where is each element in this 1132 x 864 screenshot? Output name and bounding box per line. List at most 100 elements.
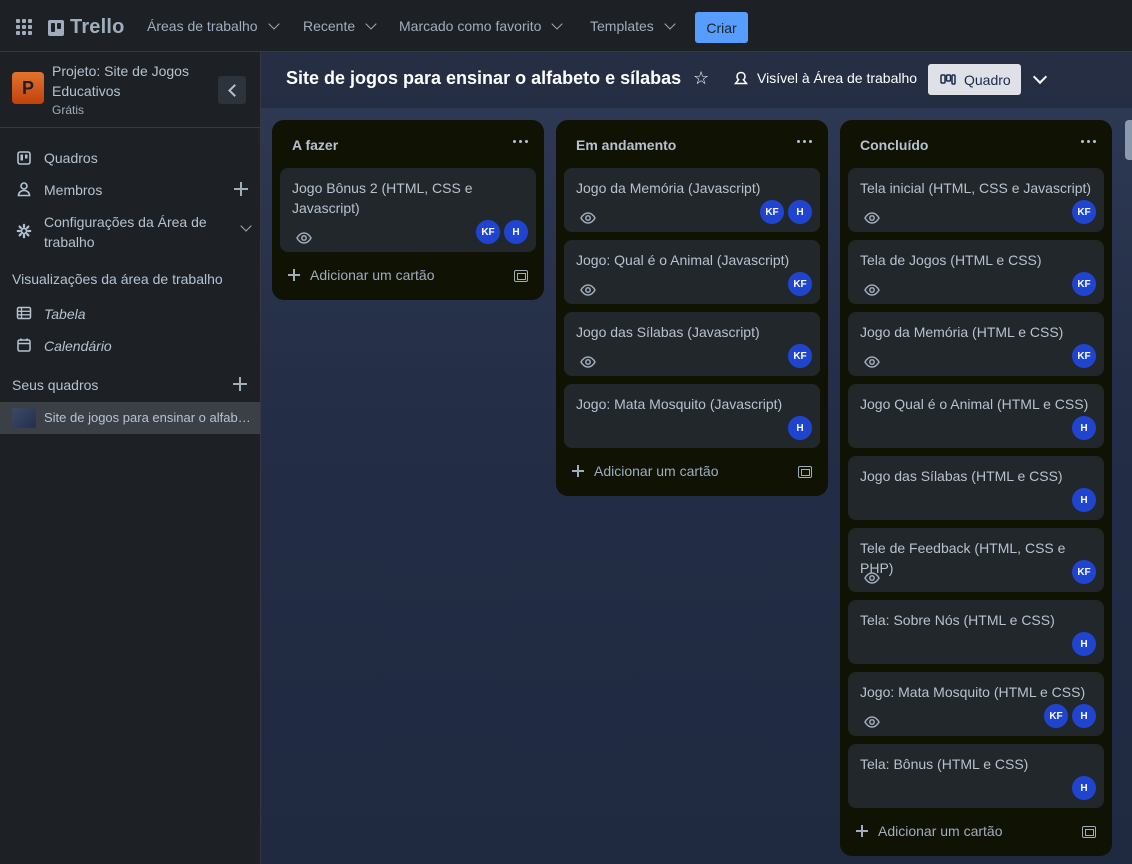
sidebar-item-table[interactable]: Tabela [0, 302, 260, 326]
card[interactable]: Tela: Bônus (HTML e CSS) H [848, 744, 1104, 808]
member-avatar[interactable]: KF [1072, 344, 1096, 368]
chevron-down-icon[interactable] [240, 220, 252, 232]
horizontal-scrollbar[interactable] [1125, 120, 1132, 160]
card[interactable]: Jogo Bônus 2 (HTML, CSS e Javascript) KF H [280, 168, 536, 252]
card[interactable]: Jogo: Mata Mosquito (Javascript) H [564, 384, 820, 448]
member-avatar[interactable]: H [1072, 776, 1096, 800]
card[interactable]: Jogo da Memória (HTML e CSS) KF [848, 312, 1104, 376]
card-members: H [1072, 632, 1096, 656]
board-title[interactable]: Site de jogos para ensinar o alfabeto e … [286, 68, 681, 89]
card[interactable]: Jogo: Qual é o Animal (Javascript) KF [564, 240, 820, 304]
watching-eye-icon [864, 211, 880, 224]
app-switcher-icon[interactable] [16, 19, 32, 35]
create-from-template-icon[interactable] [514, 270, 528, 282]
watching-eye-icon [580, 355, 596, 368]
add-card-label: Adicionar um cartão [594, 463, 719, 479]
member-avatar[interactable]: KF [788, 344, 812, 368]
add-card-label: Adicionar um cartão [310, 267, 435, 283]
collapse-sidebar-button[interactable] [218, 76, 246, 104]
member-avatar[interactable]: KF [788, 272, 812, 296]
your-boards-heading: Seus quadros [12, 377, 99, 393]
sidebar: P Projeto: Site de Jogos Educativos Grát… [0, 52, 261, 864]
member-avatar[interactable]: H [1072, 488, 1096, 512]
sidebar-item-calendar[interactable]: Calendário [0, 334, 260, 358]
list-menu-icon[interactable] [510, 134, 530, 148]
member-avatar[interactable]: H [788, 200, 812, 224]
sidebar-item-boards[interactable]: Quadros [0, 146, 260, 170]
card[interactable]: Jogo das Sílabas (HTML e CSS) H [848, 456, 1104, 520]
member-avatar[interactable]: H [788, 416, 812, 440]
card[interactable]: Tela de Jogos (HTML e CSS) KF [848, 240, 1104, 304]
member-avatar[interactable]: H [1072, 632, 1096, 656]
add-card-button[interactable]: Adicionar um cartão [856, 823, 1003, 839]
plus-icon [572, 465, 584, 477]
card[interactable]: Tele de Feedback (HTML, CSS e PHP) KF [848, 528, 1104, 592]
card[interactable]: Jogo das Sílabas (Javascript) KF [564, 312, 820, 376]
card[interactable]: Jogo da Memória (Javascript) KF H [564, 168, 820, 232]
member-avatar[interactable]: KF [1044, 704, 1068, 728]
watching-eye-icon [580, 283, 596, 296]
workspace-header: P Projeto: Site de Jogos Educativos Grát… [0, 52, 260, 128]
chevron-down-icon [664, 18, 676, 30]
add-member-icon[interactable] [234, 182, 248, 196]
board-view-button[interactable]: Quadro [928, 64, 1021, 95]
member-avatar[interactable]: H [1072, 416, 1096, 440]
workspace-visible-icon [733, 71, 749, 85]
list-menu-icon[interactable] [1078, 134, 1098, 148]
sidebar-item-label: Configurações da Área de trabalho [44, 214, 207, 250]
chevron-down-icon [365, 18, 377, 30]
board-icon [17, 151, 31, 165]
card-members: KF [1072, 560, 1096, 584]
visibility-button[interactable]: Visível à Área de trabalho [733, 70, 917, 86]
trello-logo-icon [48, 19, 64, 36]
workspace-plan: Grátis [52, 103, 85, 117]
menu-workspaces[interactable]: Áreas de trabalho [147, 0, 280, 52]
card-members: KF [788, 272, 812, 296]
member-avatar[interactable]: H [504, 220, 528, 244]
trello-logo[interactable]: Trello [48, 16, 125, 39]
create-from-template-icon[interactable] [1082, 826, 1096, 838]
workspace-avatar[interactable]: P [12, 72, 44, 104]
list-column: A fazer Jogo Bônus 2 (HTML, CSS e Javascr… [272, 120, 544, 300]
card[interactable]: Jogo: Mata Mosquito (HTML e CSS) KF H [848, 672, 1104, 736]
menu-templates[interactable]: Templates [590, 0, 676, 52]
card-title: Tele de Feedback (HTML, CSS e PHP) [860, 540, 1066, 576]
list-title[interactable]: Em andamento [576, 137, 676, 153]
member-avatar[interactable]: KF [1072, 200, 1096, 224]
chevron-down-icon [551, 18, 564, 30]
watching-eye-icon [296, 231, 312, 244]
member-avatar[interactable]: H [1072, 704, 1096, 728]
card-members: KF [788, 344, 812, 368]
list-title[interactable]: A fazer [292, 137, 338, 153]
menu-starred[interactable]: Marcado como favorito [399, 0, 564, 52]
workspace-views-heading: Visualizações da área de trabalho [12, 271, 223, 287]
card-title: Jogo: Qual é o Animal (Javascript) [576, 252, 790, 268]
menu-recent[interactable]: Recente [303, 0, 377, 52]
member-avatar[interactable]: KF [1072, 560, 1096, 584]
add-card-button[interactable]: Adicionar um cartão [288, 267, 435, 283]
member-avatar[interactable]: KF [1072, 272, 1096, 296]
create-from-template-icon[interactable] [798, 466, 812, 478]
card[interactable]: Jogo Qual é o Animal (HTML e CSS) H [848, 384, 1104, 448]
member-avatar[interactable]: KF [760, 200, 784, 224]
board-view-icon [940, 73, 956, 85]
card[interactable]: Tela inicial (HTML, CSS e Javascript) KF [848, 168, 1104, 232]
workspace-name[interactable]: Projeto: Site de Jogos Educativos [52, 61, 212, 101]
chevron-down-icon[interactable] [1032, 69, 1048, 85]
sidebar-item-settings[interactable]: Configurações da Área de trabalho [0, 210, 260, 254]
star-icon[interactable]: ☆ [693, 68, 709, 89]
chevron-down-icon [267, 18, 280, 30]
add-card-button[interactable]: Adicionar um cartão [572, 463, 719, 479]
member-avatar[interactable]: KF [476, 220, 500, 244]
card[interactable]: Tela: Sobre Nós (HTML e CSS) H [848, 600, 1104, 664]
list-title[interactable]: Concluído [860, 137, 928, 153]
watching-eye-icon [864, 571, 880, 584]
create-button[interactable]: Criar [695, 12, 748, 43]
card-title: Jogo da Memória (HTML e CSS) [860, 324, 1064, 340]
sidebar-board-item[interactable]: Site de jogos para ensinar o alfabeto e … [0, 402, 260, 434]
card-members: KF [1072, 200, 1096, 224]
board-canvas: Site de jogos para ensinar o alfabeto e … [261, 52, 1132, 864]
sidebar-item-members[interactable]: Membros [0, 178, 260, 202]
add-board-icon[interactable] [233, 377, 247, 391]
list-menu-icon[interactable] [794, 134, 814, 148]
